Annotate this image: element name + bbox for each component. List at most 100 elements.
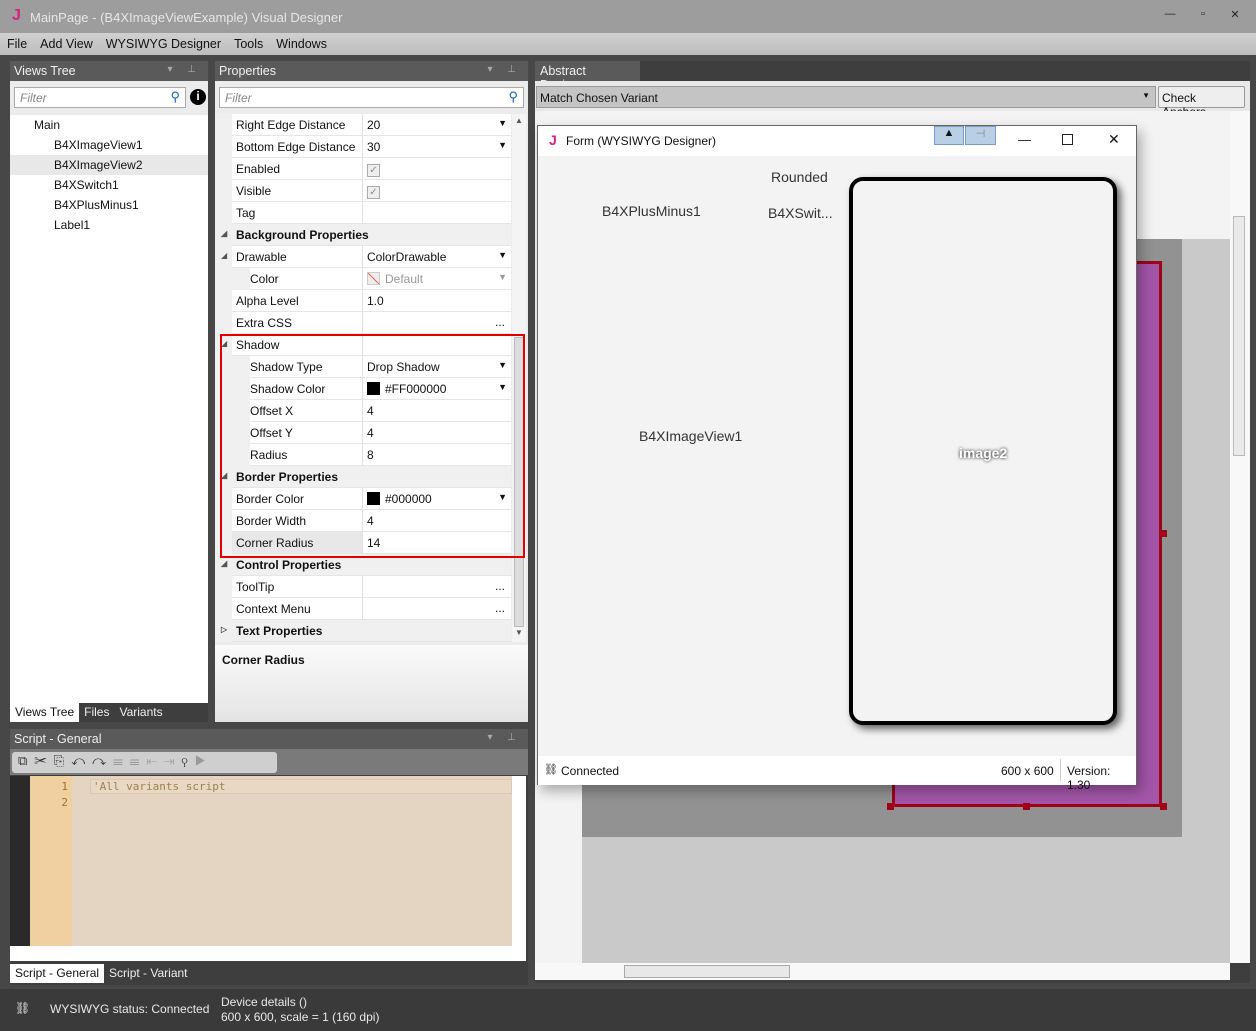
property-row[interactable]: Enabled ✓ <box>215 158 511 180</box>
find-icon[interactable]: ⚲ <box>181 753 194 768</box>
property-value[interactable]: ColorDrawable ▼ <box>363 246 511 268</box>
property-row[interactable]: Extra CSS... <box>215 312 511 334</box>
collapse-icon[interactable]: ◢ <box>221 251 227 260</box>
menu-tools[interactable]: Tools <box>227 33 269 51</box>
chevron-down-icon[interactable]: ▼ <box>498 272 507 282</box>
tab-views-tree[interactable]: Views Tree <box>10 703 80 722</box>
script-header: Script - General ▾ ⊥ <box>10 729 528 749</box>
resize-handle[interactable] <box>1160 803 1167 810</box>
properties-filter-input[interactable]: Filter ⚲ <box>219 87 524 108</box>
tree-item[interactable]: Main <box>10 115 208 135</box>
run-icon[interactable]: ▶ <box>195 753 212 768</box>
property-row[interactable]: ▷ Text Properties <box>215 620 511 642</box>
minimize-icon[interactable]: — <box>1018 132 1031 147</box>
redo-icon[interactable]: ↷ <box>92 753 113 768</box>
property-row[interactable]: ToolTip... <box>215 576 511 598</box>
tab-variants[interactable]: Variants <box>114 703 167 722</box>
menu-add-view[interactable]: Add View <box>33 33 99 51</box>
info-icon[interactable]: i <box>190 89 206 105</box>
property-value[interactable]: Default ▼ <box>363 268 511 290</box>
outdent-icon[interactable]: ⇤ <box>147 753 164 768</box>
menu-wysiwyg[interactable]: WYSIWYG Designer <box>99 33 227 51</box>
tree-item[interactable]: Label1 <box>10 215 208 235</box>
property-name: Right Edge Distance <box>236 114 363 136</box>
indent-icon[interactable]: ⇥ <box>164 753 181 768</box>
property-row[interactable]: Context Menu... <box>215 598 511 620</box>
checkbox[interactable]: ✓ <box>367 186 380 199</box>
cut-icon[interactable]: ✂ <box>34 753 54 768</box>
tab-script-variant[interactable]: Script - Variant <box>104 964 192 983</box>
view-b4ximageview1[interactable]: B4XImageView1 <box>639 428 742 444</box>
tab-abstract-designer[interactable]: Abstract Designer <box>535 61 640 92</box>
property-value[interactable]: ... <box>363 576 511 598</box>
property-row[interactable]: Color Default ▼ <box>215 268 511 290</box>
menu-file[interactable]: File <box>0 33 33 51</box>
resize-handle[interactable] <box>887 803 894 810</box>
property-row[interactable]: Tag <box>215 202 511 224</box>
tree-item[interactable]: B4XImageView2 <box>10 155 208 175</box>
chevron-down-icon[interactable]: ▼ <box>498 250 507 260</box>
ellipsis-button[interactable]: ... <box>495 315 505 329</box>
expand-icon[interactable]: ▷ <box>221 625 227 634</box>
tree-item[interactable]: B4XImageView1 <box>10 135 208 155</box>
view-b4xplusminus1[interactable]: B4XPlusMinus1 <box>602 203 701 219</box>
comment-icon[interactable]: ☰ <box>113 753 130 768</box>
collapse-up-icon[interactable]: ▲ <box>934 126 964 145</box>
property-row[interactable]: Visible ✓ <box>215 180 511 202</box>
ellipsis-button[interactable]: ... <box>495 579 505 593</box>
property-row[interactable]: ◢ Drawable ColorDrawable ▼ <box>215 246 511 268</box>
tab-files[interactable]: Files <box>79 703 114 722</box>
property-value[interactable]: 1.0 <box>363 290 511 312</box>
chevron-down-icon[interactable]: ▼ <box>498 118 507 128</box>
pin-icon[interactable]: ▾ ⊥ <box>167 64 202 75</box>
views-filter-input[interactable]: Filter ⚲ <box>14 87 186 108</box>
code-editor[interactable]: 'All variants script <box>72 776 512 946</box>
menu-bar: File Add View WYSIWYG Designer Tools Windows <box>0 33 1256 55</box>
chevron-down-icon[interactable]: ▼ <box>498 140 507 150</box>
tab-script-general[interactable]: Script - General <box>10 964 105 983</box>
property-row[interactable]: Bottom Edge Distance 30 ▼ <box>215 136 511 158</box>
script-hscroll[interactable] <box>10 946 526 961</box>
resize-handle[interactable] <box>1023 803 1030 810</box>
tree-item[interactable]: B4XPlusMinus1 <box>10 195 208 215</box>
property-value[interactable]: ✓ <box>363 158 511 180</box>
maximize-icon[interactable] <box>1062 134 1073 145</box>
variant-dropdown[interactable]: Match Chosen Variant ▼ <box>536 86 1156 108</box>
property-row[interactable]: Alpha Level 1.0 <box>215 290 511 312</box>
tree-item[interactable]: B4XSwitch1 <box>10 175 208 195</box>
view-b4ximageview2[interactable]: image2 <box>849 177 1117 725</box>
code-line: 'All variants script <box>90 779 512 794</box>
resize-handle[interactable] <box>1160 530 1167 537</box>
property-value[interactable]: 30 ▼ <box>363 136 511 158</box>
copy-icon[interactable]: ⧉ <box>18 753 34 768</box>
script-vscroll[interactable] <box>512 776 526 946</box>
property-value[interactable] <box>363 202 511 224</box>
designer-hscroll[interactable] <box>535 963 1230 980</box>
label-rounded[interactable]: Rounded <box>771 169 828 185</box>
view-b4xswitch1[interactable]: B4XSwit... <box>768 205 833 221</box>
checkbox[interactable]: ✓ <box>367 164 380 177</box>
maximize-icon[interactable]: ▫ <box>1196 8 1210 22</box>
pin-icon[interactable]: ⊣ <box>965 126 996 145</box>
ellipsis-button[interactable]: ... <box>495 601 505 615</box>
property-row[interactable]: ◢ Background Properties <box>215 224 511 246</box>
property-value[interactable]: 20 ▼ <box>363 114 511 136</box>
minimize-icon[interactable]: — <box>1163 8 1177 22</box>
check-anchors-button[interactable]: Check Anchors <box>1158 86 1245 119</box>
property-value[interactable]: ... <box>363 312 511 334</box>
property-value[interactable]: ... <box>363 598 511 620</box>
property-row[interactable]: Right Edge Distance 20 ▼ <box>215 114 511 136</box>
designer-vscroll[interactable] <box>1230 111 1250 963</box>
close-icon[interactable]: ✕ <box>1108 131 1120 148</box>
pin-icon[interactable]: ▾ ⊥ <box>487 732 522 743</box>
close-icon[interactable]: ✕ <box>1228 8 1242 22</box>
pin-icon[interactable]: ▾ ⊥ <box>487 64 522 75</box>
connection-status: Connected <box>561 764 620 778</box>
uncomment-icon[interactable]: ☰ <box>130 753 147 768</box>
paste-icon[interactable]: ⎘ <box>54 753 71 768</box>
property-value[interactable]: ✓ <box>363 180 511 202</box>
undo-icon[interactable]: ↶ <box>71 753 92 768</box>
collapse-icon[interactable]: ◢ <box>221 229 227 238</box>
menu-windows[interactable]: Windows <box>269 33 333 51</box>
collapse-icon[interactable]: ◢ <box>221 559 227 568</box>
